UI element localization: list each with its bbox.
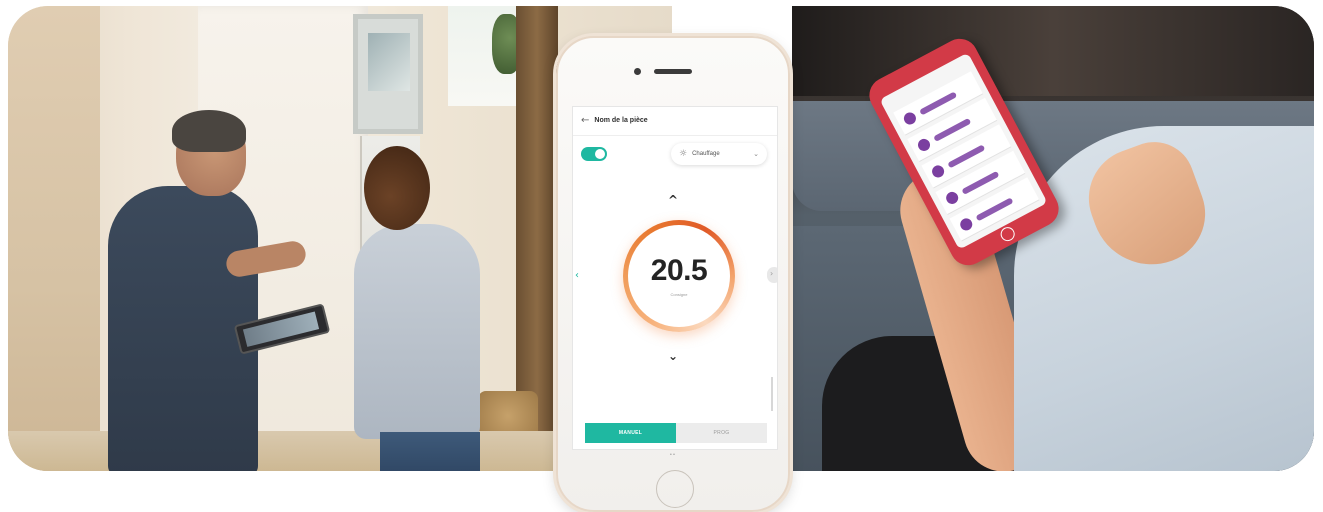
header: ← Nom de la pièce — [581, 115, 648, 126]
woman-legs — [380, 432, 480, 471]
room-name-title: Nom de la pièce — [594, 117, 648, 124]
tab-manual[interactable]: MANUEL — [585, 423, 676, 443]
temperature-up-chevron-icon[interactable]: ^ — [668, 193, 678, 207]
toggle-knob — [595, 149, 605, 159]
red-phone-home-button — [998, 224, 1018, 244]
mode-dropdown[interactable]: ☼ Chauffage ⌄ — [671, 143, 767, 165]
next-room-button[interactable]: › — [767, 267, 777, 283]
scroll-indicator — [771, 377, 773, 411]
header-divider — [573, 135, 777, 136]
background-room — [792, 6, 1314, 96]
page-indicator: • • — [670, 452, 675, 458]
dial-center: 20.5 Consigne — [628, 225, 730, 327]
photo-person-on-sofa — [792, 6, 1314, 471]
sun-icon: ☼ — [679, 149, 688, 159]
wall-controller — [353, 14, 423, 134]
temperature-value: 20.5 — [650, 253, 708, 287]
man-hair — [172, 110, 246, 152]
mode-dropdown-value: Chauffage — [692, 151, 720, 157]
camera-icon — [634, 68, 641, 75]
power-toggle[interactable] — [581, 147, 607, 161]
woman-body — [354, 224, 480, 439]
woman-head — [364, 146, 430, 230]
speaker-grille — [654, 69, 692, 74]
home-button[interactable] — [656, 470, 694, 508]
chevron-right-icon: › — [770, 269, 774, 278]
chevron-down-icon: ⌄ — [753, 150, 759, 158]
app-screen: ← Nom de la pièce ☼ Chauffage ⌄ ^ ‹ 20.5… — [572, 106, 778, 450]
tab-prog[interactable]: PROG — [676, 423, 767, 443]
mode-tabs: MANUEL PROG — [585, 423, 767, 443]
wall-beam — [8, 6, 100, 471]
temperature-subtitle: Consigne — [670, 291, 688, 297]
previous-room-chevron-icon[interactable]: ‹ — [575, 270, 579, 281]
temperature-down-chevron-icon[interactable]: ⌄ — [668, 349, 678, 363]
temperature-dial[interactable]: 20.5 Consigne — [623, 220, 735, 332]
back-arrow-icon[interactable]: ← — [581, 115, 589, 126]
thermostat-phone: ← Nom de la pièce ☼ Chauffage ⌄ ^ ‹ 20.5… — [556, 36, 790, 512]
composite-image: ← Nom de la pièce ☼ Chauffage ⌄ ^ ‹ 20.5… — [0, 0, 1323, 512]
